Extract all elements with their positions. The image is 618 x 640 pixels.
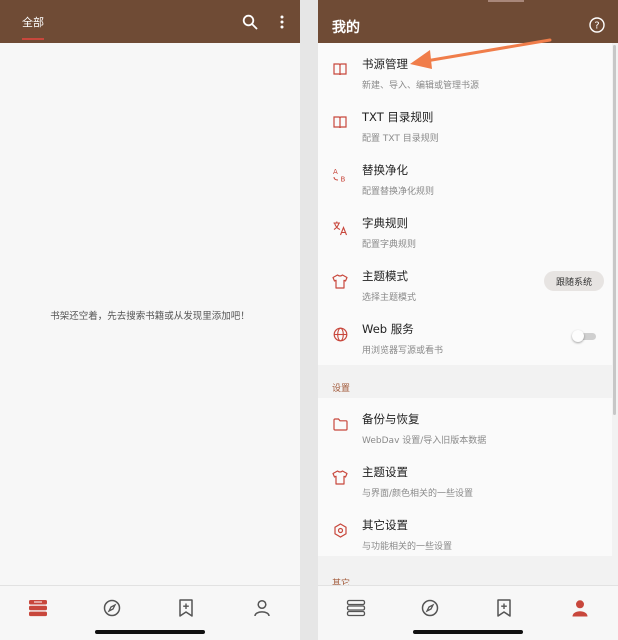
home-indicator (413, 630, 523, 634)
nav-my[interactable] (568, 596, 592, 620)
nav-bookshelf[interactable] (344, 596, 368, 620)
annotation-arrow (410, 38, 552, 69)
nav-my[interactable] (250, 596, 274, 620)
bookshelf-screen: 全部 书架还空着，先去搜索书籍或从发现里添加吧！ (0, 0, 300, 640)
menu-item-other-settings[interactable]: 其它设置 与功能相关的一些设置 (318, 508, 612, 560)
translate-icon (332, 220, 348, 236)
home-indicator (95, 630, 205, 634)
nav-rss[interactable] (492, 596, 516, 620)
web-service-toggle[interactable] (572, 330, 596, 342)
svg-text:?: ? (594, 21, 599, 32)
main-settings-card: 书源管理 新建、导入、编辑或管理书源 TXT 目录规则 配置 TXT 目录规则 … (318, 43, 612, 365)
top-app-bar: 全部 (0, 0, 300, 43)
my-screen: 我的 ? 书源管理 新建、导入、编辑或管理书源 TXT 目录规则 配置 TXT … (318, 0, 618, 640)
shirt-icon (332, 469, 348, 485)
item-title: 主题设置 (362, 465, 408, 479)
more-vert-icon (280, 15, 284, 29)
item-title: 备份与恢复 (362, 412, 420, 426)
menu-item-theme-settings[interactable]: 主题设置 与界面/颜色相关的一些设置 (318, 455, 612, 507)
nav-discover[interactable] (100, 596, 124, 620)
search-icon (242, 14, 258, 30)
item-subtitle: 与功能相关的一些设置 (362, 542, 453, 552)
item-title: 书源管理 (362, 57, 408, 71)
section-header-settings: 设置 (332, 384, 351, 394)
nav-discover[interactable] (418, 596, 442, 620)
item-title: 字典规则 (362, 216, 408, 230)
menu-item-dictionary[interactable]: 字典规则 配置字典规则 (318, 206, 612, 258)
globe-icon (332, 326, 348, 342)
svg-text:B: B (341, 176, 346, 184)
status-bar-fragment (488, 0, 524, 2)
item-title: 主题模式 (362, 269, 408, 283)
toggle-knob (572, 330, 584, 342)
person-icon (572, 600, 588, 617)
replace-icon: A B (332, 167, 348, 183)
theme-mode-select[interactable]: 跟随系统 (544, 271, 604, 291)
rss-icon (179, 599, 193, 617)
more-button[interactable] (272, 10, 292, 34)
tab-indicator (22, 38, 44, 40)
shirt-icon (332, 273, 348, 289)
book-icon (332, 114, 348, 130)
item-subtitle: 选择主题模式 (362, 293, 417, 303)
empty-bookshelf-message: 书架还空着，先去搜索书籍或从发现里添加吧！ (50, 311, 250, 322)
discover-icon (421, 599, 439, 617)
item-title: Web 服务 (362, 322, 414, 336)
settings-hex-icon (332, 522, 348, 538)
book-icon (332, 61, 348, 77)
settings-card: 备份与恢复 WebDav 设置/导入旧版本数据 主题设置 与界面/颜色相关的一些… (318, 398, 612, 556)
item-subtitle: WebDav 设置/导入旧版本数据 (362, 436, 487, 446)
search-button[interactable] (238, 10, 262, 34)
menu-item-backup[interactable]: 备份与恢复 WebDav 设置/导入旧版本数据 (318, 402, 612, 454)
menu-item-replace[interactable]: A B 替换净化 配置替换净化规则 (318, 153, 612, 205)
bookshelf-icon (346, 599, 366, 617)
item-subtitle: 配置替换净化规则 (362, 187, 435, 197)
item-subtitle: 与界面/颜色相关的一些设置 (362, 489, 474, 499)
bottom-navigation-my (318, 585, 618, 640)
tab-all[interactable]: 全部 (22, 14, 44, 30)
scrollbar[interactable] (613, 45, 616, 415)
menu-item-web-service[interactable]: Web 服务 用浏览器写源或看书 (318, 312, 612, 364)
rss-icon (497, 599, 511, 617)
item-title: 替换净化 (362, 163, 408, 177)
menu-item-txt-rules[interactable]: TXT 目录规则 配置 TXT 目录规则 (318, 100, 612, 152)
nav-rss[interactable] (174, 596, 198, 620)
help-button[interactable]: ? (588, 16, 606, 34)
folder-icon (332, 416, 348, 432)
svg-text:A: A (333, 168, 338, 176)
bookshelf-icon (29, 600, 47, 617)
item-subtitle: 用浏览器写源或看书 (362, 346, 444, 356)
help-icon: ? (589, 17, 605, 33)
item-subtitle: 配置字典规则 (362, 240, 417, 250)
item-title: 其它设置 (362, 518, 408, 532)
item-subtitle: 新建、导入、编辑或管理书源 (362, 81, 480, 91)
discover-icon (103, 599, 121, 617)
page-title: 我的 (332, 20, 360, 36)
item-subtitle: 配置 TXT 目录规则 (362, 134, 439, 144)
item-title: TXT 目录规则 (362, 110, 434, 124)
person-icon (254, 599, 270, 617)
nav-bookshelf[interactable] (26, 596, 50, 620)
bottom-navigation (0, 585, 300, 640)
